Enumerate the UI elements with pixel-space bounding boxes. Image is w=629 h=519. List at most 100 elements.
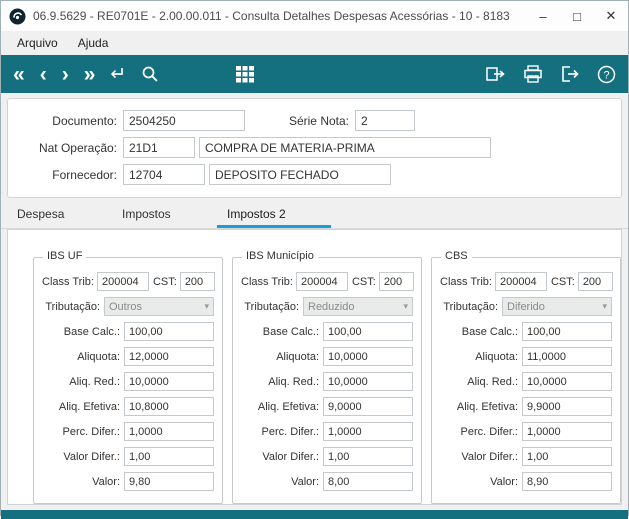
base-calc-field[interactable]	[323, 322, 413, 341]
aliq-red-field[interactable]	[522, 372, 612, 391]
app-logo-icon	[9, 8, 26, 24]
valor-difer-label: Valor Difer.:	[461, 450, 518, 463]
valor-label: Valor:	[490, 475, 518, 488]
menu-ajuda[interactable]: Ajuda	[70, 33, 117, 53]
aliq-red-label: Aliq. Red.:	[268, 375, 319, 388]
nat-operacao-row: Nat Operação:	[8, 134, 621, 161]
svg-text:?: ?	[603, 69, 609, 81]
documento-row: Documento: Série Nota:	[8, 107, 621, 134]
exit-icon[interactable]	[560, 65, 580, 83]
window-title: 06.9.5629 - RE0701E - 2.00.00.011 - Cons…	[33, 9, 510, 23]
tributacao-select[interactable]: Reduzido ▾	[303, 297, 413, 316]
toolbar-action-group: ?	[486, 65, 616, 84]
toolbar-nav-group: « ‹ › » ↵	[13, 64, 255, 85]
tributacao-row: Tributação: Diferido ▾	[440, 297, 612, 316]
document-header-panel: Documento: Série Nota: Nat Operação: For…	[7, 98, 622, 198]
search-icon[interactable]	[141, 65, 159, 83]
fornecedor-field[interactable]	[123, 164, 205, 185]
tributacao-row: Tributação: Reduzido ▾	[241, 297, 413, 316]
app-window: { "window": { "title": "06.9.5629 - RE07…	[0, 0, 629, 519]
class-trib-field[interactable]	[96, 272, 149, 291]
perc-difer-label: Perc. Difer.:	[261, 425, 319, 438]
nat-operacao-label: Nat Operação:	[38, 140, 117, 155]
class-trib-label: Class Trib:	[241, 275, 293, 288]
valor-label: Valor:	[291, 475, 319, 488]
toolbar: « ‹ › » ↵ ?	[1, 55, 628, 93]
fornecedor-row: Fornecedor:	[8, 161, 621, 188]
perc-difer-label: Perc. Difer.:	[62, 425, 120, 438]
tributacao-label: Tributação:	[244, 300, 299, 313]
class-trib-label: Class Trib:	[440, 275, 492, 288]
aliq-red-field[interactable]	[323, 372, 413, 391]
cst-label: CST:	[152, 275, 177, 288]
menu-arquivo[interactable]: Arquivo	[9, 33, 66, 53]
chevron-down-icon: ▾	[602, 301, 607, 311]
print-icon[interactable]	[523, 65, 543, 83]
base-calc-field[interactable]	[522, 322, 612, 341]
tributacao-select[interactable]: Diferido ▾	[502, 297, 612, 316]
valor-label: Valor:	[92, 475, 120, 488]
cst-field[interactable]	[378, 272, 414, 291]
next-record-icon[interactable]: ›	[62, 64, 69, 85]
class-trib-row: Class Trib: CST:	[440, 272, 613, 291]
aliq-efetiva-field[interactable]	[522, 397, 612, 416]
nat-operacao-desc-field[interactable]	[199, 137, 491, 158]
minimize-button[interactable]: –	[526, 1, 560, 31]
previous-record-icon[interactable]: ‹	[40, 64, 47, 85]
documento-field[interactable]	[123, 110, 245, 131]
tributacao-label: Tributação:	[443, 300, 498, 313]
perc-difer-field[interactable]	[323, 422, 413, 441]
aliquota-label: Aliquota:	[77, 350, 120, 363]
fornecedor-desc-field[interactable]	[209, 164, 391, 185]
base-calc-field[interactable]	[124, 322, 214, 341]
aliq-red-label: Aliq. Red.:	[467, 375, 518, 388]
spool-icon[interactable]	[486, 65, 506, 83]
chevron-down-icon: ▾	[403, 301, 408, 311]
class-trib-row: Class Trib: CST:	[42, 272, 215, 291]
class-trib-field[interactable]	[295, 272, 348, 291]
aliquota-field[interactable]	[323, 347, 413, 366]
first-record-icon[interactable]: «	[13, 64, 25, 85]
valor-difer-field[interactable]	[124, 447, 214, 466]
aliq-red-field[interactable]	[124, 372, 214, 391]
tributacao-row: Tributação: Outros ▾	[42, 297, 214, 316]
groupbox-ibs-uf: IBS UF Class Trib: CST: Tributação: Outr…	[33, 250, 223, 504]
documento-label: Documento:	[52, 113, 117, 128]
cst-field[interactable]	[577, 272, 613, 291]
confirm-icon[interactable]: ↵	[110, 65, 126, 84]
tributacao-value: Reduzido	[308, 300, 355, 313]
tab-despesa[interactable]: Despesa	[7, 202, 112, 228]
maximize-button[interactable]: □	[560, 1, 594, 31]
perc-difer-field[interactable]	[522, 422, 612, 441]
base-calc-label: Base Calc.:	[461, 325, 518, 338]
valor-field[interactable]	[124, 472, 214, 491]
tributacao-value: Diferido	[507, 300, 545, 313]
menu-bar: Arquivo Ajuda	[1, 31, 628, 55]
perc-difer-field[interactable]	[124, 422, 214, 441]
valor-field[interactable]	[323, 472, 413, 491]
last-record-icon[interactable]: »	[84, 64, 96, 85]
aliq-efetiva-field[interactable]	[124, 397, 214, 416]
aliq-efetiva-label: Aliq. Efetiva:	[456, 400, 518, 413]
close-button[interactable]: ✕	[594, 1, 628, 31]
aliquota-field[interactable]	[124, 347, 214, 366]
nat-operacao-field[interactable]	[123, 137, 195, 158]
tributacao-select[interactable]: Outros ▾	[104, 297, 214, 316]
valor-difer-label: Valor Difer.:	[63, 450, 120, 463]
valor-difer-field[interactable]	[323, 447, 413, 466]
valor-field[interactable]	[522, 472, 612, 491]
window-controls: – □ ✕	[526, 1, 628, 31]
tab-impostos[interactable]: Impostos	[112, 202, 217, 228]
cst-field[interactable]	[179, 272, 215, 291]
aliquota-field[interactable]	[522, 347, 612, 366]
aliquota-label: Aliquota:	[475, 350, 518, 363]
grid-icon[interactable]	[236, 65, 255, 83]
tab-strip: Despesa Impostos Impostos 2	[1, 202, 628, 229]
serie-nota-field[interactable]	[355, 110, 415, 131]
valor-difer-field[interactable]	[522, 447, 612, 466]
cst-label: CST:	[351, 275, 376, 288]
help-icon[interactable]: ?	[597, 65, 616, 84]
tab-impostos-2[interactable]: Impostos 2	[217, 202, 331, 228]
aliq-efetiva-field[interactable]	[323, 397, 413, 416]
class-trib-field[interactable]	[494, 272, 547, 291]
